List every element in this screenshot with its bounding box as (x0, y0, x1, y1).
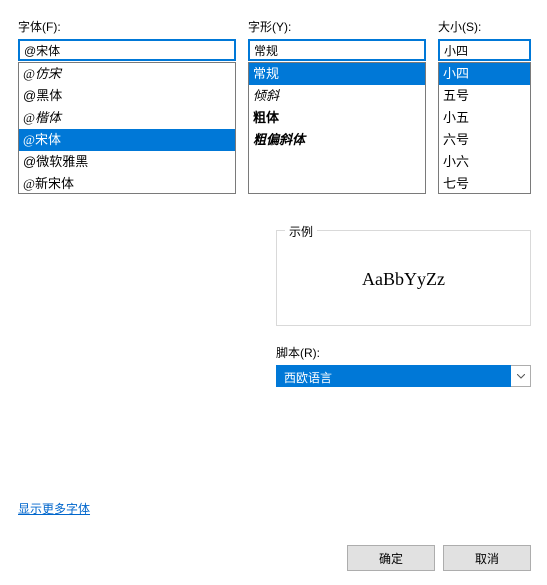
style-item[interactable]: 倾斜 (249, 85, 425, 107)
chevron-down-icon (511, 365, 531, 387)
style-label: 字形(Y): (248, 18, 426, 35)
sample-group: 示例 AaBbYyZz (276, 230, 531, 326)
style-input[interactable] (248, 39, 426, 61)
style-item[interactable]: 粗偏斜体 (249, 129, 425, 151)
size-item[interactable]: 五号 (439, 85, 530, 107)
style-item[interactable]: 粗体 (249, 107, 425, 129)
size-label: 大小(S): (438, 18, 531, 35)
script-select[interactable]: 西欧语言 (276, 365, 531, 387)
size-item[interactable]: 六号 (439, 129, 530, 151)
show-more-fonts-link[interactable]: 显示更多字体 (18, 500, 90, 517)
font-input[interactable] (18, 39, 236, 61)
font-item[interactable]: @黑体 (19, 85, 235, 107)
ok-button[interactable]: 确定 (347, 545, 435, 571)
size-input[interactable] (438, 39, 531, 61)
size-item[interactable]: 小四 (439, 63, 530, 85)
size-item[interactable]: 七号 (439, 173, 530, 194)
script-label: 脚本(R): (276, 346, 320, 360)
size-item[interactable]: 小六 (439, 151, 530, 173)
script-value: 西欧语言 (276, 365, 511, 387)
font-item[interactable]: @宋体 (19, 129, 235, 151)
font-item[interactable]: @楷体 (19, 107, 235, 129)
font-item[interactable]: @仿宋 (19, 63, 235, 85)
sample-legend: 示例 (285, 223, 317, 240)
font-item[interactable]: @新宋体 (19, 173, 235, 194)
font-label: 字体(F): (18, 18, 236, 35)
style-item[interactable]: 常规 (249, 63, 425, 85)
font-listbox[interactable]: @仿宋@黑体@楷体@宋体@微软雅黑@新宋体Arial (18, 62, 236, 194)
sample-text: AaBbYyZz (277, 231, 530, 327)
cancel-button[interactable]: 取消 (443, 545, 531, 571)
size-listbox[interactable]: 小四五号小五六号小六七号八号 (438, 62, 531, 194)
font-item[interactable]: @微软雅黑 (19, 151, 235, 173)
size-item[interactable]: 小五 (439, 107, 530, 129)
style-listbox[interactable]: 常规倾斜粗体粗偏斜体 (248, 62, 426, 194)
